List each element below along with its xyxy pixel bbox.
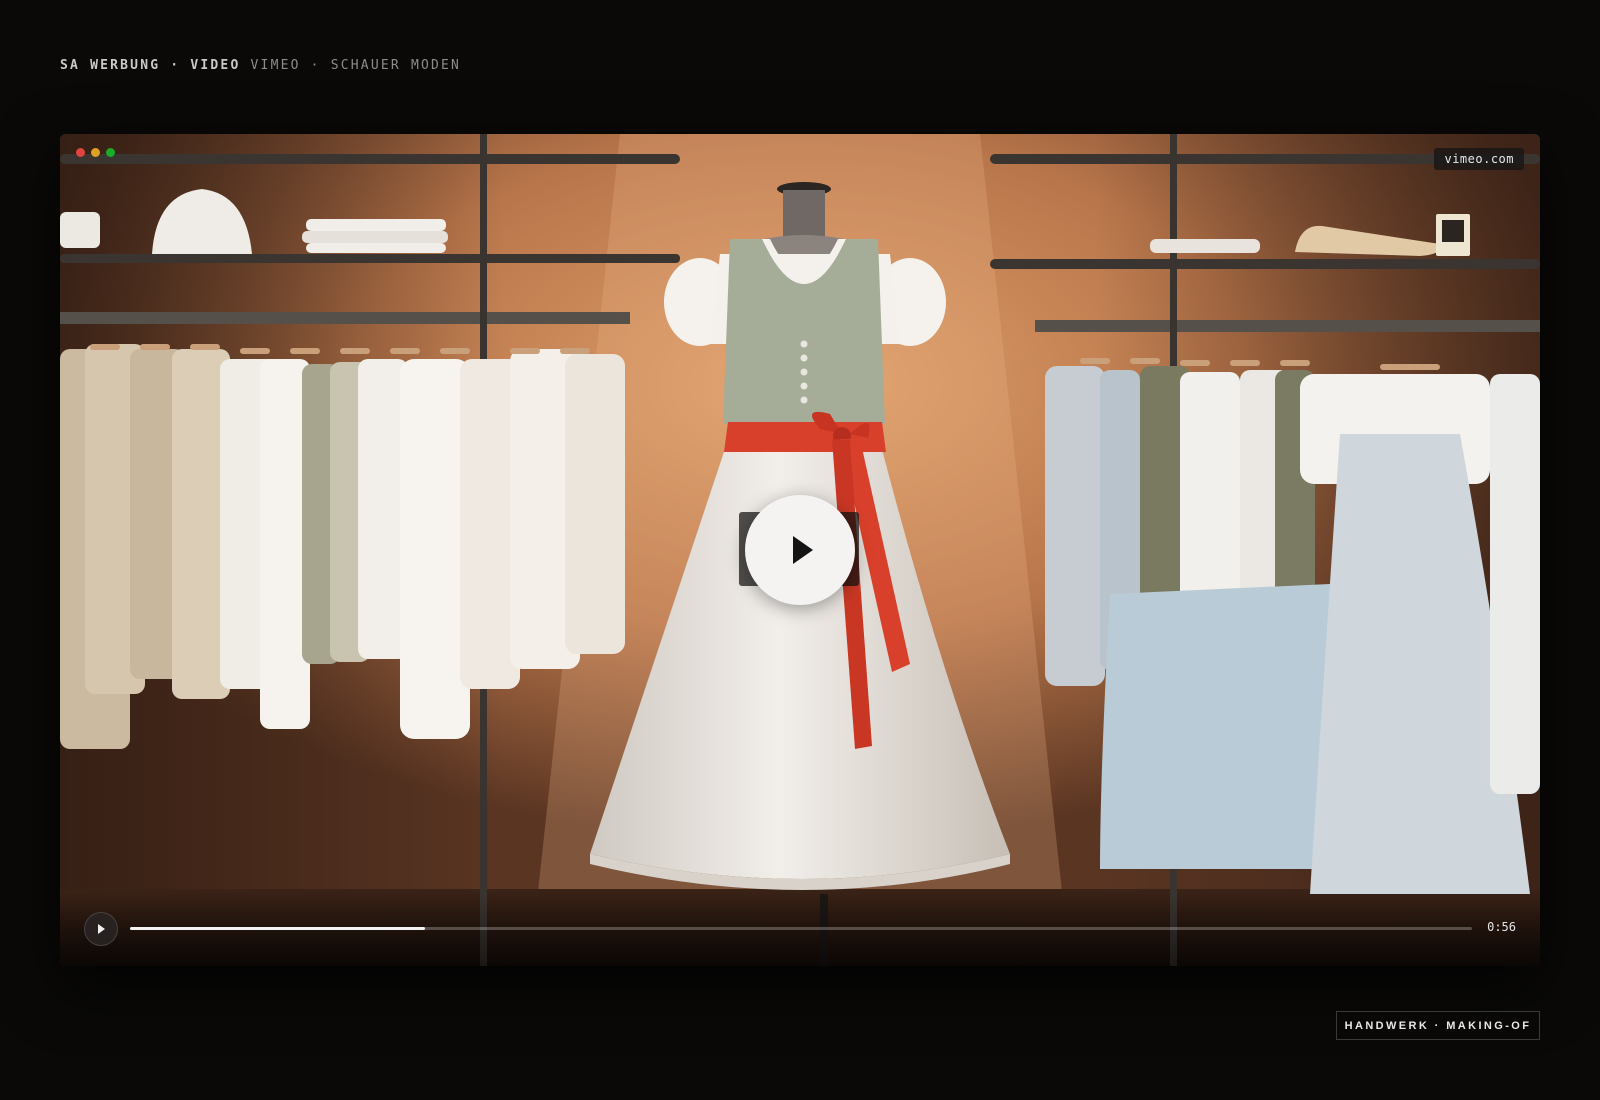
category-tag[interactable]: HANDWERK · MAKING-OF — [1336, 1011, 1540, 1040]
big-play-button[interactable] — [745, 495, 855, 605]
close-dot-icon[interactable] — [76, 148, 85, 157]
header-meta: VIMEO · SCHAUER MODEN — [250, 58, 462, 73]
play-icon — [793, 536, 813, 564]
vimeo-link-badge[interactable]: vimeo.com — [1434, 148, 1524, 170]
control-play-button[interactable] — [84, 912, 118, 946]
brand-title: SA WERBUNG · VIDEO — [60, 58, 241, 73]
progress-bar[interactable] — [130, 927, 1472, 930]
progress-fill — [130, 927, 426, 930]
minimize-dot-icon[interactable] — [91, 148, 100, 157]
video-player[interactable]: vimeo.com 0:56 — [60, 134, 1540, 966]
window-controls — [76, 148, 115, 157]
player-controls: 0:56 — [60, 896, 1540, 966]
time-display: 0:56 — [1487, 920, 1516, 934]
play-icon — [98, 924, 105, 934]
maximize-dot-icon[interactable] — [106, 148, 115, 157]
page-header: SA WERBUNG · VIDEO VIMEO · SCHAUER MODEN — [60, 58, 461, 73]
